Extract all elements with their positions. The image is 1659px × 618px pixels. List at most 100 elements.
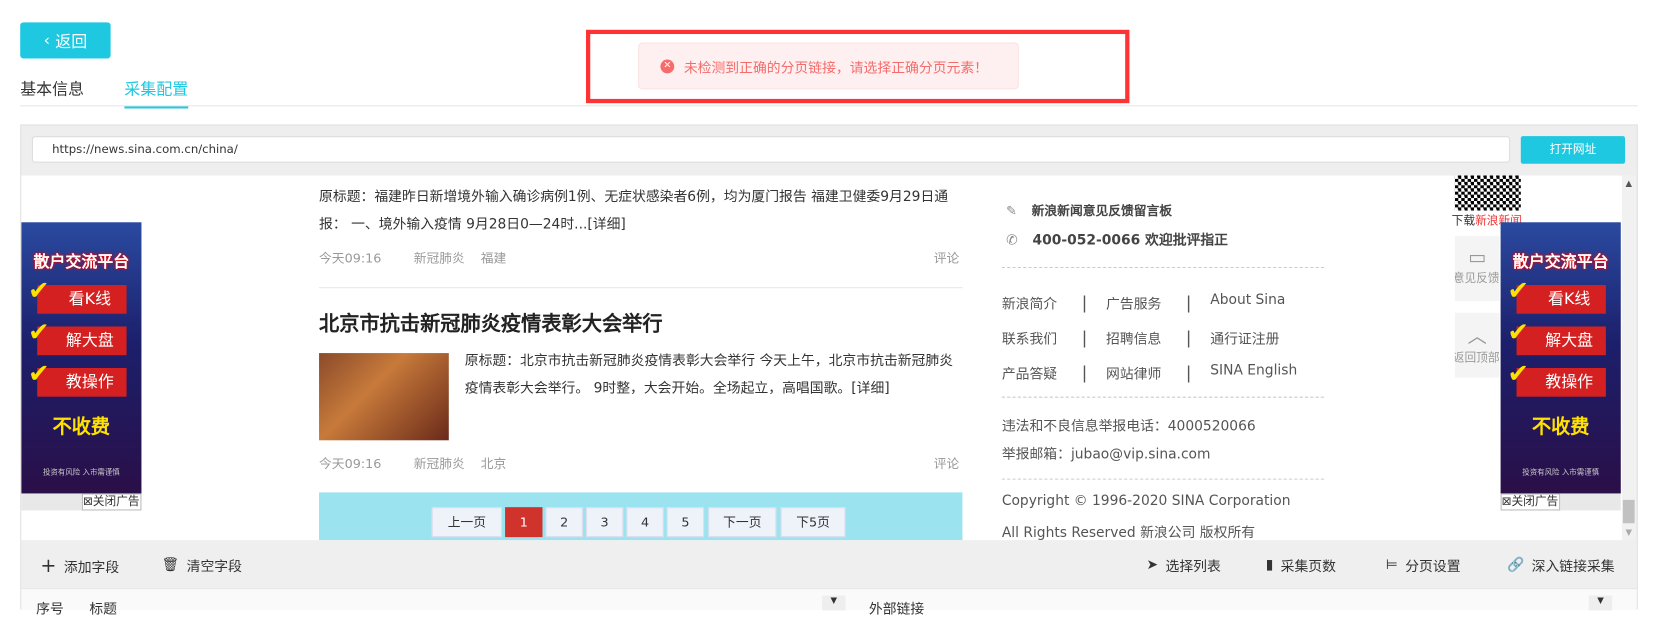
article-tag[interactable]: 福建 — [481, 249, 507, 267]
divider — [1001, 478, 1325, 480]
scrollbar[interactable]: ▲ ▼ — [1621, 175, 1636, 541]
article-summary[interactable]: 原标题：北京市抗击新冠肺炎疫情表彰大会举行 今天上午，北京市抗击新冠肺炎疫情表彰… — [465, 348, 965, 403]
page-5[interactable]: 5 — [666, 507, 705, 538]
side-feedback-button[interactable]: ▭ 意见反馈 — [1454, 236, 1500, 301]
table-header: 序号 标题 ▼ 外部链接 ▼ — [21, 588, 1637, 618]
article-tag[interactable]: 北京 — [481, 454, 507, 472]
article-time: 今天09:16 — [319, 456, 382, 472]
report-phone: 违法和不良信息举报电话：4000520066 — [1001, 419, 1256, 435]
footer-link[interactable]: 新浪简介 — [1002, 292, 1057, 313]
divider — [1001, 396, 1325, 398]
tab-collect-config[interactable]: 采集配置 — [124, 78, 189, 109]
url-input[interactable]: https://news.sina.com.cn/china/ — [31, 136, 1511, 163]
separator: | — [1081, 362, 1088, 383]
comment-link[interactable]: 评论 — [934, 249, 960, 267]
tab-basic-info[interactable]: 基本信息 — [20, 78, 84, 107]
phone-icon: ✆ — [1006, 232, 1018, 249]
close-ad-button[interactable]: ⊠关闭广告 — [81, 493, 142, 511]
separator: | — [1185, 292, 1192, 313]
pagination: 上一页 1 2 3 4 5 下一页 下5页 — [319, 492, 963, 541]
cursor-icon: ➤ — [1146, 557, 1159, 574]
ad-item: 看K线 — [1508, 277, 1606, 314]
dropdown-icon[interactable]: ▼ — [822, 595, 846, 611]
highlight-box — [585, 29, 1130, 104]
copyright: Copyright © 1996-2020 SINA Corporation — [1001, 493, 1291, 510]
phone-text: 400-052-0066 欢迎批评指正 — [1032, 232, 1229, 249]
web-preview: 原标题：福建昨日新增境外输入确诊病例1例、无症状感染者6例，均为厦门报告 福建卫… — [21, 175, 1636, 541]
side-top-label: 返回顶部 — [1454, 350, 1500, 365]
footer-link[interactable]: 联系我们 — [1002, 328, 1057, 348]
article-time: 今天09:16 — [319, 250, 382, 266]
collect-pages-button[interactable]: ▮ 采集页数 — [1266, 555, 1336, 575]
pencil-icon: ✎ — [1006, 203, 1017, 219]
ad-item: 看K线 — [28, 277, 127, 314]
left-ad[interactable]: 散户交流平台看K线解大盘教操作不收费投资有风险 入市需谨慎 ⊠关闭广告 — [21, 222, 142, 511]
close-ad-button[interactable]: ⊠关闭广告 — [1500, 493, 1561, 511]
prev-page-button[interactable]: 上一页 — [431, 507, 502, 538]
article-tag[interactable]: 新冠肺炎 — [414, 249, 465, 267]
separator: | — [1081, 292, 1088, 313]
back-button[interactable]: ‹ 返回 — [20, 22, 111, 59]
divider — [319, 287, 963, 289]
footer-link[interactable]: 产品答疑 — [1002, 363, 1057, 383]
open-url-button[interactable]: 打开网址 — [1520, 136, 1626, 164]
pagination-settings-button[interactable]: ⊨ 分页设置 — [1386, 555, 1461, 575]
report-email[interactable]: 举报邮箱：jubao@vip.sina.com — [1002, 442, 1211, 463]
page-3[interactable]: 3 — [585, 507, 624, 538]
footer-link[interactable]: 网站律师 — [1106, 363, 1161, 383]
page-1[interactable]: 1 — [505, 507, 543, 538]
col-index: 序号 — [36, 601, 64, 618]
separator: | — [1185, 362, 1192, 383]
feedback-link[interactable]: 新浪新闻意见反馈留言板 — [1032, 203, 1172, 218]
chevron-up-icon: ︿ — [1467, 325, 1487, 348]
next-5-pages-button[interactable]: 下5页 — [780, 507, 846, 538]
clear-fields-button[interactable]: 🗑 清空字段 — [162, 555, 242, 575]
next-page-button[interactable]: 下一页 — [708, 507, 777, 538]
ad-item: 解大盘 — [1508, 318, 1606, 356]
comment-link[interactable]: 评论 — [934, 454, 960, 472]
ad-risk: 投资有风险 入市需谨慎 — [1522, 467, 1600, 477]
col-link[interactable]: 外部链接 — [869, 598, 924, 618]
qr-code — [1454, 175, 1521, 211]
col-title[interactable]: 标题 — [89, 598, 117, 618]
back-to-top-button[interactable]: ︿ 返回顶部 — [1454, 312, 1500, 378]
rights: All Rights Reserved 新浪公司 版权所有 — [1001, 525, 1256, 541]
separator: | — [1185, 327, 1192, 348]
scroll-down-icon[interactable]: ▼ — [1622, 527, 1636, 537]
divider — [20, 105, 1638, 107]
footer-link[interactable]: About Sina — [1210, 292, 1285, 308]
add-field-button[interactable]: + 添加字段 — [40, 555, 119, 577]
trash-icon: 🗑 — [161, 557, 180, 574]
right-ad[interactable]: 散户交流平台看K线解大盘教操作不收费投资有风险 入市需谨慎 ⊠关闭广告 — [1500, 222, 1621, 511]
download-label: 下载 — [1451, 213, 1476, 228]
edit-icon: ▭ — [1468, 246, 1487, 270]
footer-link[interactable]: 招聘信息 — [1106, 328, 1161, 348]
divider — [1001, 266, 1325, 269]
link-icon: 🔗 — [1506, 557, 1525, 574]
page-4[interactable]: 4 — [626, 507, 664, 538]
scrollbar-thumb[interactable] — [1622, 499, 1635, 524]
ad-free: 不收费 — [1531, 415, 1590, 439]
article-summary[interactable]: 原标题：福建昨日新增境外输入确诊病例1例、无症状感染者6例，均为厦门报告 福建卫… — [319, 184, 968, 239]
ad-item: 教操作 — [1508, 359, 1606, 397]
ad-headline: 散户交流平台 — [33, 252, 130, 272]
article-title[interactable]: 北京市抗击新冠肺炎疫情表彰大会举行 — [319, 308, 663, 337]
scroll-up-icon[interactable]: ▲ — [1622, 179, 1636, 189]
footer-link[interactable]: SINA English — [1210, 363, 1297, 379]
footer-link[interactable]: 广告服务 — [1106, 292, 1161, 313]
select-list-button[interactable]: ➤ 选择列表 — [1146, 555, 1220, 575]
ad-free: 不收费 — [52, 415, 111, 439]
dropdown-icon[interactable]: ▼ — [1588, 595, 1613, 611]
field-toolbar: + 添加字段 🗑 清空字段 ➤ 选择列表 ▮ 采集页数 ⊨ 分页设置 🔗 深入链接采集 — [21, 540, 1637, 589]
pagination-icon: ⊨ — [1385, 557, 1398, 574]
page-2[interactable]: 2 — [545, 507, 583, 538]
footer-link[interactable]: 通行证注册 — [1210, 328, 1279, 348]
ad-headline: 散户交流平台 — [1512, 252, 1609, 272]
chevron-left-icon: ‹ — [43, 30, 50, 50]
article-tag[interactable]: 新冠肺炎 — [414, 454, 465, 472]
deep-link-button[interactable]: 🔗 深入链接采集 — [1507, 555, 1615, 575]
file-icon: ▮ — [1265, 557, 1274, 574]
ad-item: 教操作 — [28, 359, 127, 397]
plus-icon: + — [40, 555, 57, 578]
article-image[interactable] — [319, 353, 449, 441]
